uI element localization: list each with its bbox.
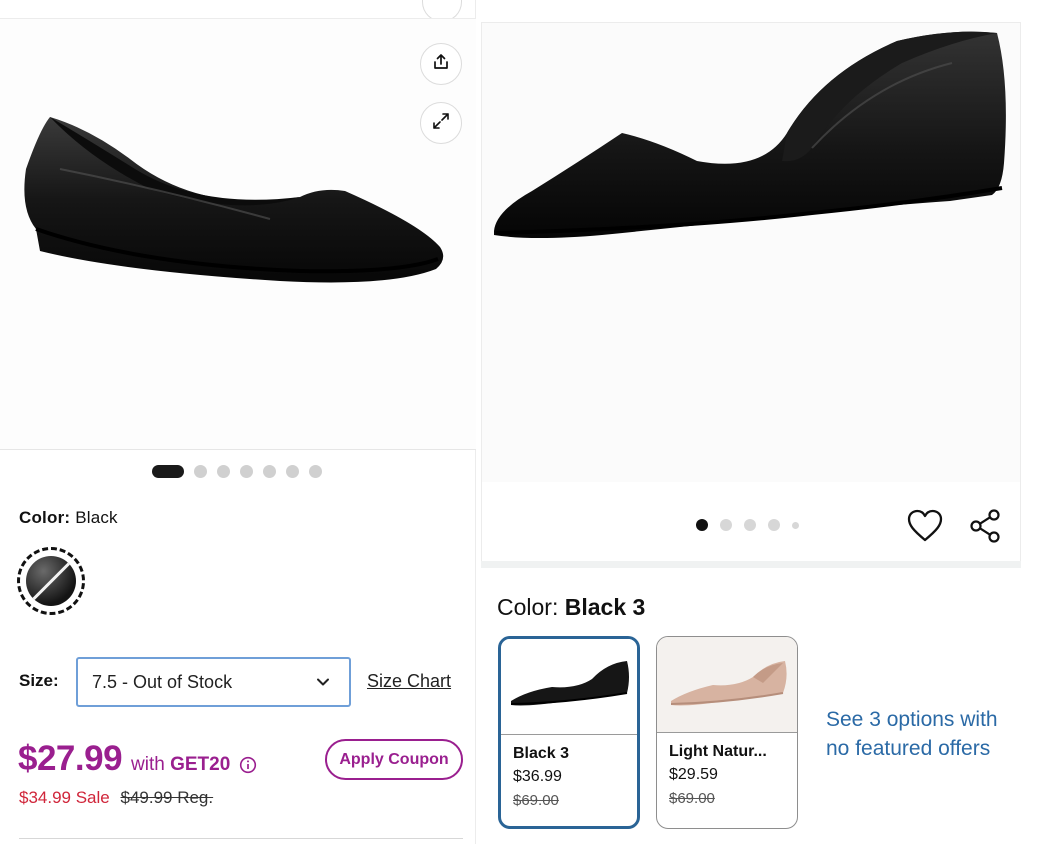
carousel-dot[interactable] xyxy=(744,519,756,531)
carousel-dot[interactable] xyxy=(194,465,207,478)
color-selection-label: Color: Black xyxy=(19,508,118,528)
left-product-panel: Color: Black Size: 7.5 - Out of Stock Si… xyxy=(0,0,476,844)
section-divider xyxy=(481,561,1021,568)
color-label: Color: xyxy=(19,508,71,527)
option-thumbnail xyxy=(501,639,637,735)
left-product-image[interactable] xyxy=(0,18,476,450)
color-selection-label: Color: Black 3 xyxy=(497,594,645,621)
option-was-price: $69.00 xyxy=(513,792,559,809)
carousel-dot[interactable] xyxy=(152,465,184,478)
promo-with: with xyxy=(131,754,165,775)
carousel-dot[interactable] xyxy=(696,519,708,531)
carousel-dot[interactable] xyxy=(309,465,322,478)
divider xyxy=(19,838,463,839)
size-select[interactable]: 7.5 - Out of Stock xyxy=(76,657,351,707)
sale-price-line: $34.99 Sale $49.99 Reg. xyxy=(19,788,213,808)
promo-price: $27.99 xyxy=(18,739,123,778)
option-price: $29.59 xyxy=(669,766,718,783)
option-was-price: $69.00 xyxy=(669,790,715,807)
carousel-dot[interactable] xyxy=(720,519,732,531)
expand-image-button[interactable] xyxy=(420,102,462,144)
option-name: Light Natur... xyxy=(669,743,767,760)
right-product-panel: Color: Black 3 Black 3 $36.99 $69.00 Lig… xyxy=(481,0,1037,844)
share-icon[interactable] xyxy=(969,508,1003,544)
color-option-card[interactable]: Light Natur... $29.59 $69.00 xyxy=(656,636,798,829)
size-chart-link[interactable]: Size Chart xyxy=(367,671,451,692)
heart-icon[interactable] xyxy=(907,509,943,543)
see-options-link[interactable]: See 3 options with no featured offers xyxy=(826,705,1026,763)
info-icon[interactable] xyxy=(239,756,257,774)
option-price: $36.99 xyxy=(513,768,562,785)
option-name: Black 3 xyxy=(513,745,570,762)
sale-price: $34.99 Sale xyxy=(19,788,110,807)
color-label: Color: xyxy=(497,594,559,620)
apply-coupon-button[interactable]: Apply Coupon xyxy=(325,739,463,780)
carousel-dot[interactable] xyxy=(263,465,276,478)
image-carousel-dots[interactable] xyxy=(152,465,322,478)
promo-code-text: with GET20 xyxy=(131,754,257,776)
promo-code: GET20 xyxy=(170,754,231,775)
size-label: Size: xyxy=(19,671,59,690)
color-option-card[interactable]: Black 3 $36.99 $69.00 xyxy=(498,636,640,829)
color-swatch-black[interactable] xyxy=(17,547,85,615)
black-flat-shoe-image xyxy=(24,117,444,283)
carousel-dot[interactable] xyxy=(286,465,299,478)
size-select-value: 7.5 - Out of Stock xyxy=(92,671,233,692)
carousel-dot[interactable] xyxy=(768,519,780,531)
right-product-image[interactable] xyxy=(481,22,1021,482)
color-value: Black xyxy=(75,508,118,527)
carousel-dot[interactable] xyxy=(217,465,230,478)
expand-icon xyxy=(431,111,451,136)
image-carousel-dots[interactable] xyxy=(696,519,799,531)
share-upload-icon xyxy=(431,52,451,77)
share-upload-button[interactable] xyxy=(420,43,462,85)
color-value: Black 3 xyxy=(564,594,646,620)
carousel-dot[interactable] xyxy=(792,521,799,529)
option-thumbnail xyxy=(657,637,797,733)
chevron-down-icon xyxy=(315,674,331,690)
regular-price: $49.99 Reg. xyxy=(120,788,214,807)
black-flat-shoe-image xyxy=(494,31,1006,238)
carousel-dot[interactable] xyxy=(240,465,253,478)
